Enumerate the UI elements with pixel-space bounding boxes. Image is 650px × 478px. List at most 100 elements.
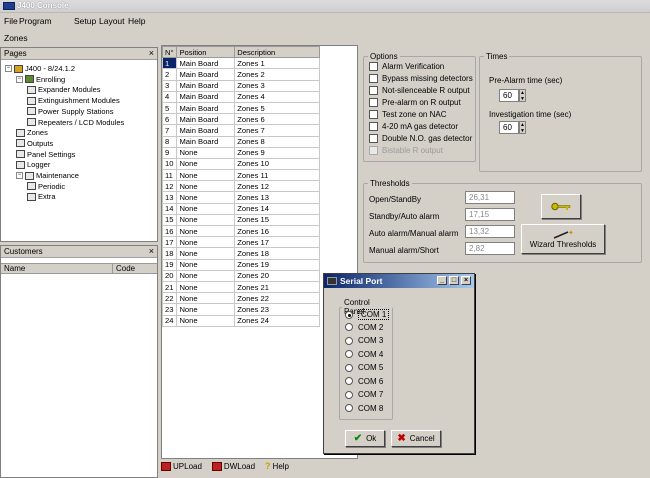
- checkbox-icon[interactable]: [369, 122, 378, 131]
- tree-node[interactable]: Zones: [16, 128, 48, 137]
- zone-description[interactable]: Zones 5: [234, 101, 320, 115]
- com-port-radio[interactable]: COM 3: [345, 336, 383, 345]
- zone-description[interactable]: Zones 2: [234, 68, 320, 81]
- zone-position[interactable]: Main Board: [176, 90, 236, 103]
- zone-description[interactable]: Zones 11: [234, 169, 320, 182]
- zone-number[interactable]: 20: [162, 269, 178, 282]
- zone-position[interactable]: Main Board: [176, 124, 236, 137]
- zone-description[interactable]: Zones 18: [234, 247, 320, 260]
- zone-number[interactable]: 3: [162, 79, 178, 92]
- option-checkbox[interactable]: 4-20 mA gas detector: [369, 122, 458, 131]
- zone-number[interactable]: 23: [162, 303, 178, 316]
- zone-number[interactable]: 11: [162, 169, 178, 182]
- cancel-button[interactable]: ✖ Cancel: [391, 430, 441, 447]
- column-code[interactable]: Code: [113, 264, 157, 273]
- investigation-input[interactable]: 60: [499, 121, 519, 134]
- radio-icon[interactable]: [345, 310, 353, 319]
- table-row[interactable]: 12 None Zones 12: [162, 180, 320, 193]
- option-checkbox[interactable]: Pre-alarm on R output: [369, 98, 461, 107]
- column-number[interactable]: N°: [162, 46, 178, 59]
- threshold-input[interactable]: 2,82: [465, 242, 515, 255]
- table-row[interactable]: 23 None Zones 23: [162, 303, 320, 316]
- table-row[interactable]: 10 None Zones 10: [162, 157, 320, 171]
- table-row[interactable]: 5 Main Board Zones 5: [162, 101, 320, 115]
- zone-number[interactable]: 5: [162, 101, 178, 115]
- zone-number[interactable]: 13: [162, 191, 178, 204]
- prealarm-spinner[interactable]: ▲ ▼: [519, 89, 526, 102]
- zone-number[interactable]: 18: [162, 247, 178, 260]
- zone-number[interactable]: 21: [162, 280, 178, 294]
- tree-node[interactable]: Outputs: [16, 139, 53, 148]
- com-port-radio[interactable]: COM 4: [345, 350, 383, 359]
- investigation-spinner[interactable]: ▲ ▼: [519, 121, 526, 134]
- zone-number[interactable]: 10: [162, 157, 178, 171]
- zone-description[interactable]: Zones 6: [234, 113, 320, 126]
- threshold-input[interactable]: 13,32: [465, 225, 515, 238]
- tree-node[interactable]: Extra: [27, 192, 56, 201]
- zone-description[interactable]: Zones 21: [234, 280, 320, 294]
- zone-description[interactable]: Zones 24: [234, 314, 320, 327]
- option-checkbox[interactable]: Not-silenceable R output: [369, 86, 470, 95]
- zone-position[interactable]: Main Board: [176, 135, 236, 148]
- checkbox-icon[interactable]: [369, 98, 378, 107]
- zone-number[interactable]: 2: [162, 68, 178, 81]
- table-row[interactable]: 24 None Zones 24: [162, 314, 320, 327]
- minimize-button[interactable]: _: [437, 276, 447, 285]
- zone-position[interactable]: None: [176, 202, 236, 215]
- zone-number[interactable]: 4: [162, 90, 178, 103]
- table-row[interactable]: 13 None Zones 13: [162, 191, 320, 204]
- checkbox-icon[interactable]: [369, 146, 378, 155]
- column-name[interactable]: Name: [1, 264, 113, 273]
- zone-description[interactable]: Zones 17: [234, 236, 320, 249]
- table-row[interactable]: 20 None Zones 20: [162, 269, 320, 282]
- option-checkbox[interactable]: Bypass missing detectors: [369, 74, 473, 83]
- radio-icon[interactable]: [345, 363, 353, 372]
- column-description[interactable]: Description: [234, 46, 320, 59]
- zone-description[interactable]: Zones 22: [234, 292, 320, 305]
- upload-button[interactable]: UPLoad: [161, 461, 202, 471]
- threshold-input[interactable]: 26,31: [465, 191, 515, 204]
- zone-number[interactable]: 1: [162, 57, 178, 70]
- zone-number[interactable]: 22: [162, 292, 178, 305]
- table-row[interactable]: 14 None Zones 14: [162, 202, 320, 215]
- zone-position[interactable]: None: [176, 303, 236, 316]
- table-row[interactable]: 15 None Zones 15: [162, 213, 320, 227]
- zone-number[interactable]: 14: [162, 202, 178, 215]
- radio-icon[interactable]: [345, 390, 353, 399]
- zone-position[interactable]: Main Board: [176, 68, 236, 81]
- menu-file[interactable]: File: [4, 16, 18, 26]
- zone-position[interactable]: Main Board: [176, 113, 236, 126]
- option-checkbox[interactable]: Alarm Verification: [369, 62, 444, 71]
- zone-position[interactable]: Main Board: [176, 57, 236, 70]
- zone-position[interactable]: None: [176, 269, 236, 282]
- tree-node[interactable]: Power Supply Stations: [27, 107, 113, 116]
- zone-number[interactable]: 9: [162, 146, 178, 159]
- zone-position[interactable]: Main Board: [176, 79, 236, 92]
- expander-icon[interactable]: −: [16, 172, 23, 179]
- tree-node[interactable]: − Enrolling: [16, 75, 65, 84]
- zone-number[interactable]: 17: [162, 236, 178, 249]
- zone-number[interactable]: 6: [162, 113, 178, 126]
- zone-description[interactable]: Zones 20: [234, 269, 320, 282]
- zone-description[interactable]: Zones 7: [234, 124, 320, 137]
- com-port-radio[interactable]: COM 6: [345, 377, 383, 386]
- zone-position[interactable]: None: [176, 236, 236, 249]
- table-row[interactable]: 1 Main Board Zones 1: [162, 57, 320, 70]
- threshold-input[interactable]: 17,15: [465, 208, 515, 221]
- tree-node[interactable]: Periodic: [27, 182, 65, 191]
- table-row[interactable]: 9 None Zones 9: [162, 146, 320, 159]
- menu-layout[interactable]: Layout: [99, 16, 125, 26]
- radio-icon[interactable]: [345, 336, 353, 345]
- zone-number[interactable]: 19: [162, 258, 178, 271]
- maximize-button[interactable]: □: [449, 276, 459, 285]
- table-row[interactable]: 6 Main Board Zones 6: [162, 113, 320, 126]
- com-port-radio[interactable]: COM 8: [345, 404, 383, 413]
- table-row[interactable]: 22 None Zones 22: [162, 292, 320, 305]
- wizard-thresholds-button[interactable]: ✦ Wizard Thresholds: [521, 224, 605, 254]
- tree-node[interactable]: − J400 - 8/24.1.2: [5, 64, 75, 73]
- table-row[interactable]: 19 None Zones 19: [162, 258, 320, 271]
- zone-description[interactable]: Zones 19: [234, 258, 320, 271]
- zone-description[interactable]: Zones 13: [234, 191, 320, 204]
- zone-number[interactable]: 7: [162, 124, 178, 137]
- radio-icon[interactable]: [345, 323, 353, 331]
